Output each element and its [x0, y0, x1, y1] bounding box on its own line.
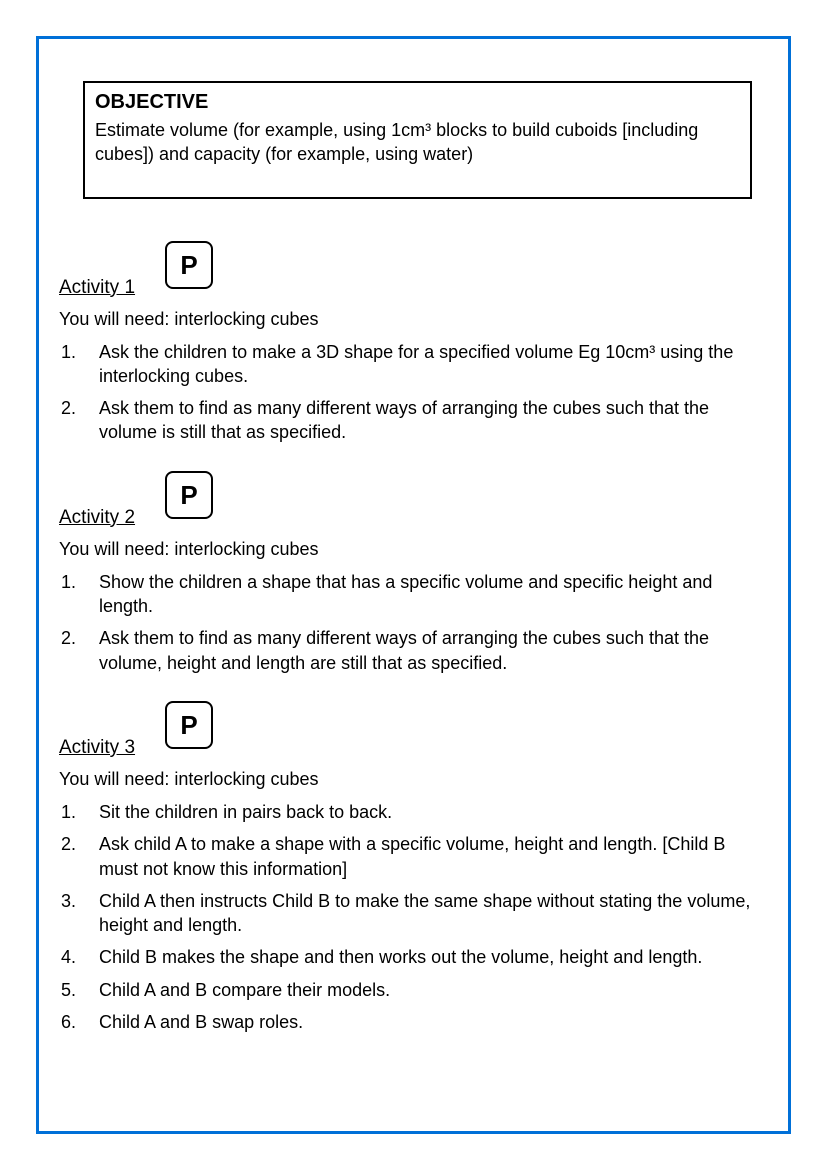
- step-text: Ask the children to make a 3D shape for …: [99, 340, 768, 389]
- list-item: 6.Child A and B swap roles.: [59, 1010, 768, 1034]
- page-frame: OBJECTIVE Estimate volume (for example, …: [36, 36, 791, 1134]
- activity-steps: 1.Ask the children to make a 3D shape fo…: [59, 340, 768, 445]
- step-number: 4.: [59, 945, 99, 969]
- step-number: 5.: [59, 978, 99, 1002]
- step-text: Sit the children in pairs back to back.: [99, 800, 768, 824]
- list-item: 2.Ask child A to make a shape with a spe…: [59, 832, 768, 881]
- step-text: Child A then instructs Child B to make t…: [99, 889, 768, 938]
- activity-need: You will need: interlocking cubes: [59, 539, 768, 560]
- step-text: Ask child A to make a shape with a speci…: [99, 832, 768, 881]
- step-number: 1.: [59, 340, 99, 364]
- step-text: Child A and B compare their models.: [99, 978, 768, 1002]
- step-text: Ask them to find as many different ways …: [99, 396, 768, 445]
- list-item: 1.Show the children a shape that has a s…: [59, 570, 768, 619]
- activity-need: You will need: interlocking cubes: [59, 309, 768, 330]
- activity-2: Activity 2 You will need: interlocking c…: [55, 507, 772, 675]
- activity-steps: 1.Show the children a shape that has a s…: [59, 570, 768, 675]
- page: OBJECTIVE Estimate volume (for example, …: [0, 0, 827, 1170]
- step-text: Ask them to find as many different ways …: [99, 626, 768, 675]
- activity-1: Activity 1 You will need: interlocking c…: [55, 277, 772, 445]
- activity-steps: 1.Sit the children in pairs back to back…: [59, 800, 768, 1034]
- objective-box: OBJECTIVE Estimate volume (for example, …: [83, 81, 752, 199]
- p-badge: P: [165, 701, 213, 749]
- p-badge: P: [165, 471, 213, 519]
- list-item: 1.Sit the children in pairs back to back…: [59, 800, 768, 824]
- step-number: 6.: [59, 1010, 99, 1034]
- objective-body: Estimate volume (for example, using 1cm³…: [95, 118, 740, 167]
- p-badge: P: [165, 241, 213, 289]
- list-item: 2.Ask them to find as many different way…: [59, 396, 768, 445]
- activity-3: Activity 3 You will need: interlocking c…: [55, 737, 772, 1034]
- step-text: Child B makes the shape and then works o…: [99, 945, 768, 969]
- list-item: 4.Child B makes the shape and then works…: [59, 945, 768, 969]
- activity-need: You will need: interlocking cubes: [59, 769, 768, 790]
- step-number: 1.: [59, 800, 99, 824]
- step-number: 2.: [59, 396, 99, 420]
- step-number: 1.: [59, 570, 99, 594]
- list-item: 3.Child A then instructs Child B to make…: [59, 889, 768, 938]
- step-number: 3.: [59, 889, 99, 913]
- list-item: 1.Ask the children to make a 3D shape fo…: [59, 340, 768, 389]
- step-number: 2.: [59, 832, 99, 856]
- step-text: Child A and B swap roles.: [99, 1010, 768, 1034]
- step-text: Show the children a shape that has a spe…: [99, 570, 768, 619]
- objective-heading: OBJECTIVE: [95, 89, 740, 116]
- list-item: 5.Child A and B compare their models.: [59, 978, 768, 1002]
- list-item: 2.Ask them to find as many different way…: [59, 626, 768, 675]
- step-number: 2.: [59, 626, 99, 650]
